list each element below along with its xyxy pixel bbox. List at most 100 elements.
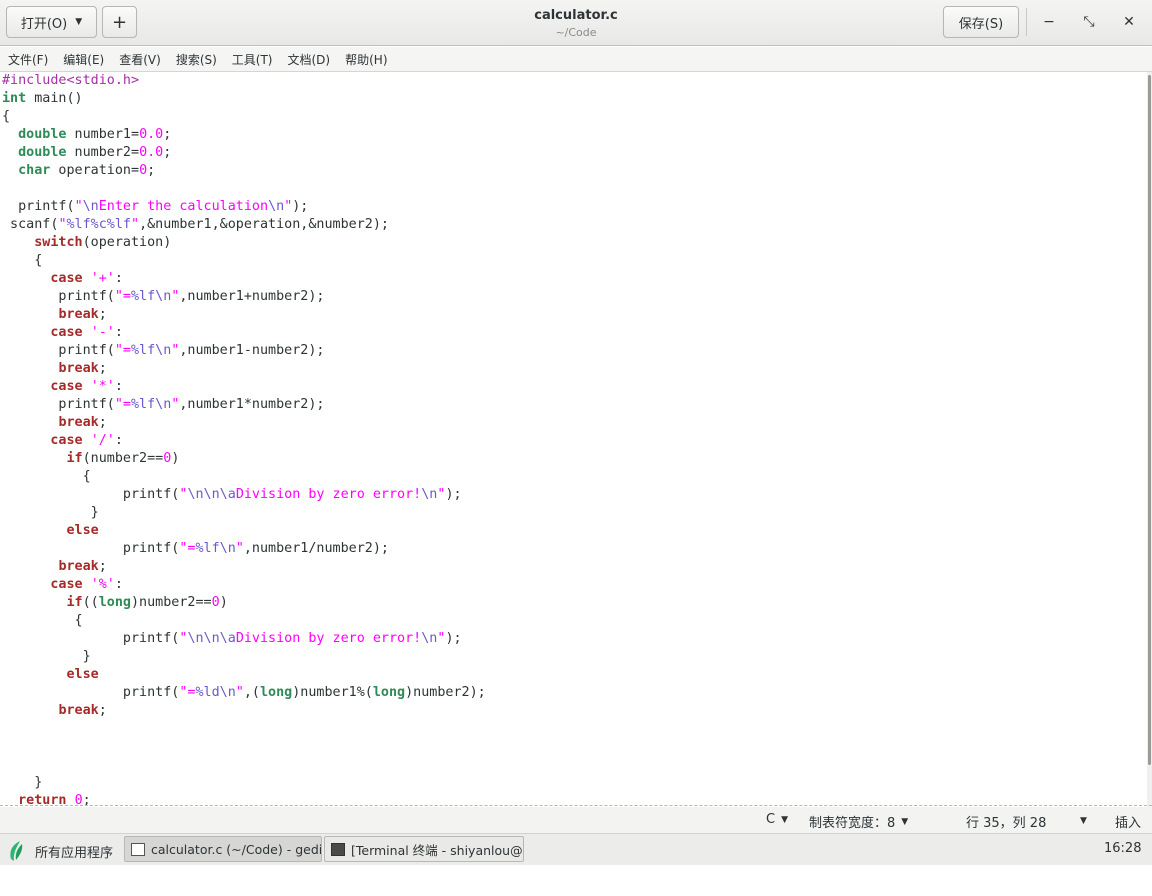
code-line[interactable]: break;	[2, 702, 486, 720]
open-button[interactable]: 打开(O) ▼	[6, 6, 97, 38]
code-line[interactable]: char operation=0;	[2, 162, 486, 180]
chevron-down-icon: ▼	[75, 17, 83, 27]
code-line[interactable]: break;	[2, 558, 486, 576]
code-line[interactable]: {	[2, 468, 486, 486]
code-token: '-'	[90, 325, 115, 340]
maximize-icon[interactable]: ⤡	[1078, 11, 1100, 33]
code-line[interactable]: printf("=%ld\n",(long)number1%(long)numb…	[2, 684, 486, 702]
code-line[interactable]: case '-':	[2, 324, 486, 342]
code-line[interactable]: printf("\n\n\aDivision by zero error!\n"…	[2, 486, 486, 504]
code-editor[interactable]: #include<stdio.h> int main(){ double numb…	[0, 72, 1147, 807]
code-line[interactable]	[2, 180, 486, 198]
menu-tools[interactable]: 工具(T)	[228, 51, 277, 68]
code-token: }	[2, 649, 91, 664]
code-line[interactable]: printf("=%lf\n",number1/number2);	[2, 540, 486, 558]
code-line[interactable]: if((long)number2==0)	[2, 594, 486, 612]
code-token: else	[66, 523, 99, 538]
code-token: }	[2, 775, 43, 790]
code-line[interactable]: break;	[2, 414, 486, 432]
code-line[interactable]: #include<stdio.h>	[2, 72, 486, 90]
menu-file[interactable]: 文件(F)	[4, 51, 52, 68]
insert-mode-label[interactable]: 插入	[1115, 812, 1141, 831]
apps-menu-button[interactable]: 所有应用程序	[8, 840, 113, 862]
save-button[interactable]: 保存(S)	[943, 6, 1019, 38]
code-line[interactable]: case '*':	[2, 378, 486, 396]
chevron-down-icon[interactable]: ▼	[1080, 816, 1087, 826]
code-token: printf(	[2, 631, 180, 646]
code-token: ,number1-number2);	[179, 343, 325, 358]
code-token: \n	[82, 199, 99, 214]
code-token: {	[2, 469, 91, 484]
code-line[interactable]: }	[2, 648, 486, 666]
code-line[interactable]: if(number2==0)	[2, 450, 486, 468]
menu-edit[interactable]: 编辑(E)	[59, 51, 108, 68]
vertical-scrollbar[interactable]	[1147, 72, 1152, 807]
code-line[interactable]: {	[2, 612, 486, 630]
code-line[interactable]: printf("\n\n\aDivision by zero error!\n"…	[2, 630, 486, 648]
code-line[interactable]: case '+':	[2, 270, 486, 288]
terminal-icon	[331, 842, 345, 856]
code-line[interactable]: case '/':	[2, 432, 486, 450]
code-token: else	[66, 667, 99, 682]
tab-width-selector[interactable]: 制表符宽度：8 ▼	[809, 812, 908, 831]
code-line[interactable]: double number2=0.0;	[2, 144, 486, 162]
code-token: (number2==	[82, 451, 164, 466]
code-line[interactable]: printf("=%lf\n",number1+number2);	[2, 288, 486, 306]
language-selector[interactable]: C ▼	[766, 812, 788, 827]
code-token: :	[114, 325, 123, 340]
code-line[interactable]: printf("\nEnter the calculation\n");	[2, 198, 486, 216]
code-token: main()	[26, 91, 83, 106]
tab-width-label: 制表符宽度：8	[809, 816, 896, 831]
code-token: break	[58, 307, 99, 322]
code-line[interactable]: else	[2, 666, 486, 684]
code-token: double	[18, 127, 67, 142]
taskbar-item-terminal[interactable]: [Terminal 终端 - shiyanlou@…	[324, 836, 524, 862]
code-line[interactable]: }	[2, 504, 486, 522]
code-token: %lf\n	[195, 541, 236, 556]
new-document-button[interactable]: +	[102, 6, 137, 38]
code-line[interactable]: {	[2, 252, 486, 270]
code-line[interactable]: }	[2, 774, 486, 792]
code-line[interactable]	[2, 720, 486, 738]
taskbar-item-gedit[interactable]: calculator.c (~/Code) - gedit	[124, 836, 322, 862]
close-icon[interactable]: ✕	[1118, 11, 1140, 33]
code-token: printf(	[2, 199, 75, 214]
code-token: %ld\n	[195, 685, 236, 700]
code-line[interactable]: printf("=%lf\n",number1*number2);	[2, 396, 486, 414]
code-token: }	[2, 505, 99, 520]
code-line[interactable]: printf("=%lf\n",number1-number2);	[2, 342, 486, 360]
code-line[interactable]: case '%':	[2, 576, 486, 594]
scrollbar-thumb[interactable]	[1148, 75, 1151, 765]
code-line[interactable]: break;	[2, 360, 486, 378]
code-text[interactable]: #include<stdio.h> int main(){ double numb…	[2, 72, 486, 807]
code-line[interactable]	[2, 738, 486, 756]
code-token: )number1%(	[292, 685, 373, 700]
code-line[interactable]: switch(operation)	[2, 234, 486, 252]
code-token: );	[445, 631, 462, 646]
menu-view[interactable]: 查看(V)	[115, 51, 165, 68]
menu-search[interactable]: 搜索(S)	[172, 51, 221, 68]
menu-help[interactable]: 帮助(H)	[341, 51, 391, 68]
code-line[interactable]: int main()	[2, 90, 486, 108]
code-token: ,number1+number2);	[179, 289, 325, 304]
code-token: switch	[34, 235, 83, 250]
code-token: "=	[114, 343, 131, 358]
minimize-icon[interactable]: −	[1038, 11, 1060, 33]
chevron-down-icon: ▼	[781, 814, 788, 825]
code-line[interactable]: {	[2, 108, 486, 126]
code-token: ,number1*number2);	[179, 397, 325, 412]
code-line[interactable]: break;	[2, 306, 486, 324]
code-line[interactable]: scanf("%lf%c%lf",&number1,&operation,&nu…	[2, 216, 486, 234]
code-line[interactable]: double number1=0.0;	[2, 126, 486, 144]
code-line[interactable]	[2, 756, 486, 774]
code-token: \n\n\a	[187, 487, 236, 502]
code-line[interactable]: else	[2, 522, 486, 540]
menu-documents[interactable]: 文档(D)	[284, 51, 335, 68]
code-token: ,(	[243, 685, 260, 700]
cursor-position[interactable]: 行 35，列 28	[966, 812, 1046, 831]
